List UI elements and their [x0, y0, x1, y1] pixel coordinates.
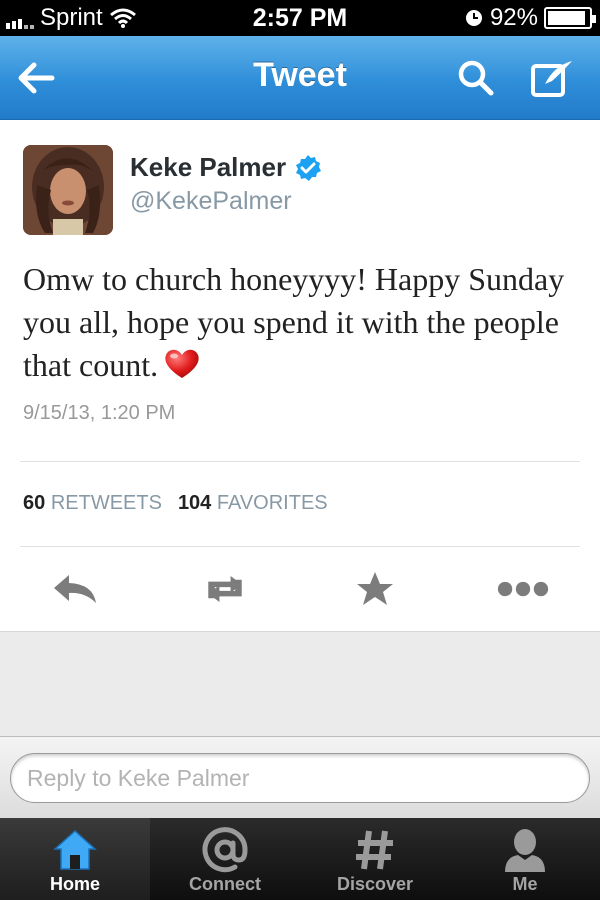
retweet-icon [208, 576, 242, 602]
avatar-photo [23, 145, 113, 235]
at-icon [202, 827, 248, 873]
divider [20, 546, 580, 547]
home-icon [53, 829, 97, 870]
tab-me-label: Me [512, 874, 538, 894]
status-bar: Sprint 2:57 PM 92% [0, 0, 600, 36]
display-name-text: Keke Palmer [130, 152, 287, 182]
avatar[interactable] [23, 145, 113, 235]
favorites-label: FAVORITES [216, 492, 328, 514]
retweets-count: 60 [23, 492, 46, 514]
tab-me-icon-wrap [450, 826, 600, 874]
alarm-lock-icon [465, 10, 482, 26]
tab-me[interactable]: Me [450, 818, 600, 900]
tab-connect-icon-wrap [150, 826, 300, 874]
more-button[interactable] [497, 568, 549, 610]
tab-home[interactable]: Home [0, 818, 150, 900]
page-title: Tweet [253, 56, 347, 94]
tab-bar: Home Connect Discover Me [0, 818, 600, 900]
heart-emoji-icon [165, 349, 199, 378]
retweet-button[interactable] [199, 568, 251, 610]
favorite-button[interactable] [349, 568, 401, 610]
reply-bar [0, 736, 600, 818]
tab-home-icon-wrap [0, 826, 150, 874]
battery-percent: 92% [489, 4, 538, 31]
retweets-stat[interactable]: 60 RETWEETS [23, 492, 162, 515]
tweet-stats: 60 RETWEETS 104 FAVORITES [23, 492, 328, 515]
tweet-actions [0, 560, 600, 616]
reply-button[interactable] [49, 568, 101, 610]
more-icon [497, 581, 549, 597]
tweet-card: Keke Palmer @KekePalmer Omw to church ho… [0, 120, 600, 632]
tweet-timestamp: 9/15/13, 1:20 PM [23, 402, 176, 424]
favorites-count: 104 [177, 492, 212, 514]
tab-discover[interactable]: Discover [300, 818, 450, 900]
tab-connect[interactable]: Connect [150, 818, 300, 900]
retweets-label: RETWEETS [50, 492, 162, 514]
tab-home-label: Home [49, 874, 100, 894]
divider [20, 461, 580, 462]
status-right: 92% [464, 4, 596, 32]
reply-input[interactable] [10, 753, 590, 803]
tweet-text-body: Omw to church honeyyyy! Happy Sunday you… [23, 261, 565, 383]
reply-icon [54, 575, 96, 603]
tab-connect-label: Connect [189, 874, 261, 894]
tab-discover-icon-wrap [300, 826, 450, 874]
nav-bar: Tweet [0, 36, 600, 120]
hashtag-icon [356, 830, 393, 870]
compose-button[interactable] [528, 54, 576, 102]
person-icon [505, 829, 545, 872]
search-button[interactable] [452, 54, 500, 102]
battery-icon [544, 7, 596, 29]
search-icon [458, 60, 494, 96]
favorite-icon [357, 572, 393, 605]
battery-fill [548, 11, 585, 25]
tweet-text: Omw to church honeyyyy! Happy Sunday you… [23, 258, 583, 387]
verified-badge-icon [296, 154, 322, 181]
empty-area [0, 632, 600, 736]
favorites-stat[interactable]: 104 FAVORITES [178, 492, 328, 515]
compose-icon [531, 61, 572, 97]
user-handle[interactable]: @KekePalmer [130, 187, 292, 216]
tab-discover-label: Discover [336, 874, 414, 894]
display-name[interactable]: Keke Palmer [130, 152, 322, 183]
